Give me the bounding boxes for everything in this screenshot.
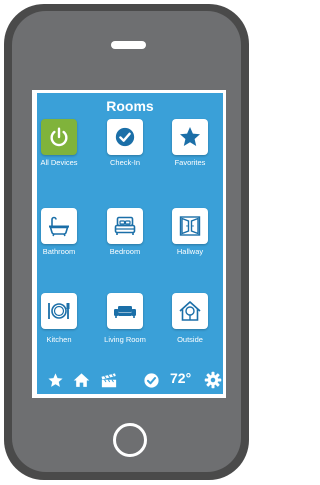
bottom-favorites-button[interactable] — [46, 371, 64, 389]
check-circle-icon — [143, 372, 159, 388]
bathtub-icon — [49, 216, 69, 237]
tile-hallway[interactable] — [172, 208, 208, 244]
tile-outside[interactable] — [172, 293, 208, 329]
home-icon — [73, 372, 89, 387]
tile-label-bathroom: Bathroom — [42, 247, 76, 256]
tile-living-room[interactable] — [107, 293, 143, 329]
star-icon — [180, 127, 200, 146]
tile-favorites[interactable] — [172, 119, 208, 155]
tile-label-favorites: Favorites — [174, 158, 206, 167]
tile-all-devices[interactable] — [41, 119, 77, 155]
house-tree-icon — [179, 301, 201, 321]
tile-label-all-devices: All Devices — [40, 158, 78, 167]
bottom-scenes-button[interactable] — [99, 371, 118, 389]
gear-icon — [204, 371, 221, 388]
check-circle-icon — [115, 127, 135, 147]
power-icon — [50, 127, 68, 147]
tile-label-living-room: Living Room — [104, 335, 146, 344]
star-icon — [47, 372, 63, 387]
tile-check-in[interactable] — [107, 119, 143, 155]
tile-kitchen[interactable] — [41, 293, 77, 329]
page-title: Rooms — [106, 98, 154, 114]
tile-label-hallway: Hallway — [176, 247, 204, 256]
speaker-slot — [111, 41, 146, 49]
tile-label-outside: Outside — [177, 335, 203, 344]
plate-utensils-icon — [48, 303, 70, 319]
tile-label-check-in: Check-In — [109, 158, 140, 167]
tile-label-bedroom: Bedroom — [109, 247, 141, 256]
tile-bathroom[interactable] — [41, 208, 77, 244]
clapperboard-icon — [101, 372, 116, 387]
bed-icon — [114, 216, 136, 235]
bottom-home-button[interactable] — [72, 371, 90, 389]
phone-home-button[interactable] — [113, 423, 147, 457]
sofa-icon — [114, 306, 136, 318]
doors-icon — [179, 216, 201, 236]
tile-label-kitchen: Kitchen — [46, 335, 72, 344]
bottom-settings-button[interactable] — [203, 370, 222, 389]
tile-bedroom[interactable] — [107, 208, 143, 244]
temperature-readout: 72° — [170, 370, 192, 386]
bottom-check-in-button[interactable] — [142, 371, 160, 389]
